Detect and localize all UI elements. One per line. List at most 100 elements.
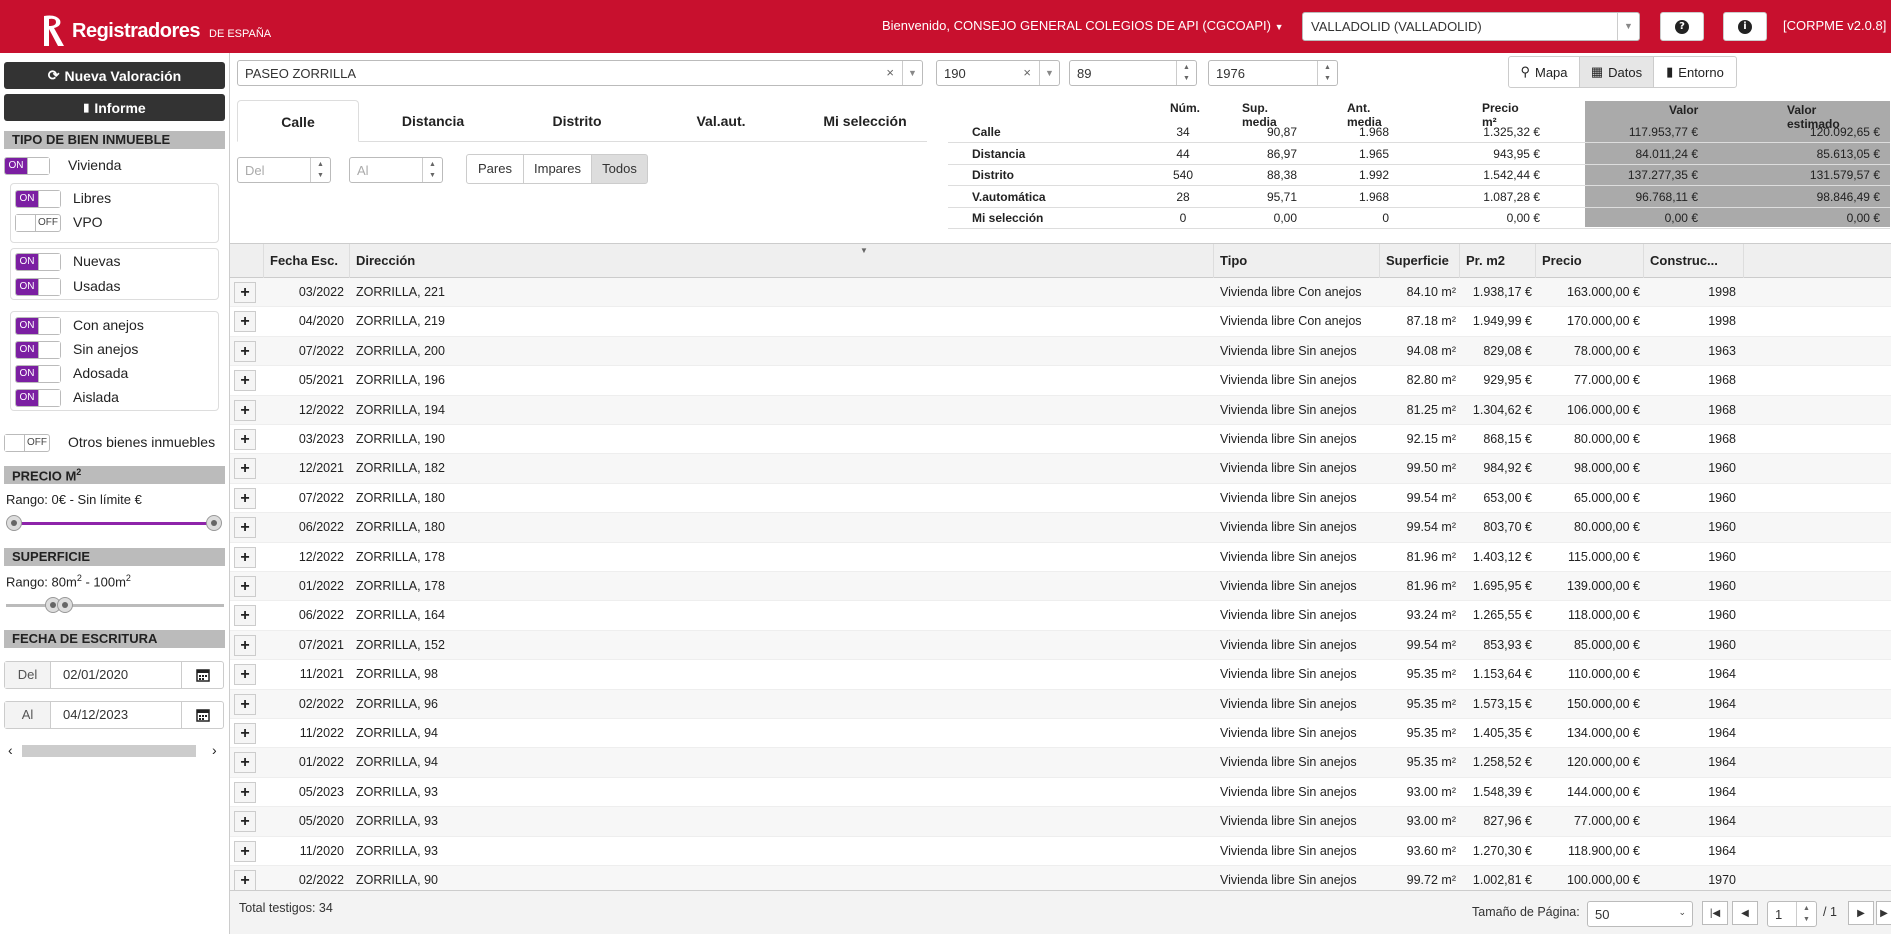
toggle-aislada[interactable]: ON (15, 389, 61, 407)
grid-header-direccion[interactable]: Dirección ▼ (350, 244, 1214, 278)
table-row[interactable]: +02/2022 ZORRILLA, 90 Vivienda libre Sin a… (230, 866, 1891, 890)
expand-plus-icon[interactable]: + (234, 723, 256, 744)
sort-caret-icon[interactable]: ▼ (860, 244, 868, 268)
expand-plus-icon[interactable]: + (234, 870, 256, 890)
table-row[interactable]: +03/2022 ZORRILLA, 221 Vivienda libre Con … (230, 278, 1891, 308)
clear-icon[interactable]: × (1023, 65, 1031, 80)
grid-header-precio[interactable]: Precio (1536, 244, 1644, 278)
chevron-left-icon[interactable]: ‹ (8, 742, 13, 758)
expand-plus-icon[interactable]: + (234, 693, 256, 715)
toggle-otros-bienes[interactable]: OFF (4, 434, 50, 452)
toggle-nuevas[interactable]: ON (15, 253, 61, 271)
app-logo[interactable]: Registradores DE ESPAÑA (40, 14, 271, 48)
next-page-button[interactable]: ▶ (1848, 901, 1874, 925)
table-row[interactable]: +01/2022 ZORRILLA, 94 Vivienda libre Sin a… (230, 748, 1891, 778)
expand-plus-icon[interactable]: + (234, 781, 256, 803)
tab-calle[interactable]: Calle (237, 100, 359, 142)
filter-pares-button[interactable]: Pares (466, 154, 524, 184)
chevron-right-icon[interactable]: › (212, 742, 217, 758)
expand-plus-icon[interactable]: + (234, 311, 256, 333)
filter-todos-button[interactable]: Todos (591, 154, 648, 184)
table-row[interactable]: +01/2022 ZORRILLA, 178 Vivienda libre Sin … (230, 572, 1891, 602)
street-input[interactable]: PASEO ZORRILLA × ▼ (237, 60, 923, 86)
expand-plus-icon[interactable]: + (234, 399, 256, 421)
spinner-icon[interactable]: ▲ ▼ (1176, 61, 1196, 85)
spinner-icon[interactable]: ▲ ▼ (310, 158, 330, 182)
expand-plus-icon[interactable]: + (234, 811, 256, 833)
toggle-adosada[interactable]: ON (15, 365, 61, 383)
table-row[interactable]: +07/2022 ZORRILLA, 180 Vivienda libre Sin … (230, 484, 1891, 514)
toggle-usadas[interactable]: ON (15, 278, 61, 296)
table-row[interactable]: +06/2022 ZORRILLA, 180 Vivienda libre Sin … (230, 513, 1891, 543)
toggle-con-anejos[interactable]: ON (15, 317, 61, 335)
tab-mi-seleccion[interactable]: Mi selección (795, 100, 935, 142)
table-row[interactable]: +11/2022 ZORRILLA, 94 Vivienda libre Sin a… (230, 719, 1891, 749)
table-row[interactable]: +05/2021 ZORRILLA, 196 Vivienda libre Sin … (230, 366, 1891, 396)
expand-plus-icon[interactable]: + (234, 634, 256, 656)
toggle-vpo[interactable]: OFF (15, 214, 61, 232)
expand-plus-icon[interactable]: + (234, 458, 256, 480)
expand-plus-icon[interactable]: + (234, 517, 256, 539)
grid-header-construccion[interactable]: Construc... (1644, 244, 1744, 278)
fecha-al-value[interactable]: 04/12/2023 (51, 702, 181, 728)
superficie-slider-max-handle[interactable] (57, 597, 73, 613)
scrollbar-thumb[interactable] (22, 745, 196, 757)
first-page-button[interactable]: |◀ (1702, 901, 1728, 925)
spinner-icon[interactable]: ▲ ▼ (1796, 902, 1816, 926)
number-from-input[interactable]: Del ▲ ▼ (237, 157, 331, 183)
location-select[interactable]: VALLADOLID (VALLADOLID) ▼ (1302, 12, 1640, 41)
numeric-field-3[interactable]: 89 ▲ ▼ (1069, 60, 1197, 86)
toggle-libres[interactable]: ON (15, 190, 61, 208)
expand-plus-icon[interactable]: + (234, 605, 256, 627)
page-size-select[interactable]: 50 ⌄ (1587, 901, 1693, 927)
new-valuation-button[interactable]: ⟳ Nueva Valoración (4, 62, 225, 89)
tab-distrito[interactable]: Distrito (507, 100, 647, 142)
grid-header-fecha[interactable]: Fecha Esc. (264, 244, 350, 278)
expand-plus-icon[interactable]: + (234, 487, 256, 509)
last-page-button[interactable]: ▶ (1876, 901, 1891, 925)
expand-plus-icon[interactable]: + (234, 840, 256, 862)
table-row[interactable]: +12/2022 ZORRILLA, 178 Vivienda libre Sin … (230, 543, 1891, 572)
fecha-del-field[interactable]: Del 02/01/2020 (4, 661, 224, 689)
clear-icon[interactable]: × (886, 65, 894, 80)
precio-slider-min-handle[interactable] (6, 515, 22, 531)
table-row[interactable]: +03/2023 ZORRILLA, 190 Vivienda libre Sin … (230, 425, 1891, 455)
table-row[interactable]: +06/2022 ZORRILLA, 164 Vivienda libre Sin … (230, 601, 1891, 631)
previous-page-button[interactable]: ◀ (1732, 901, 1758, 925)
expand-plus-icon[interactable]: + (234, 752, 256, 774)
map-view-button[interactable]: ⚲ Mapa (1508, 56, 1580, 88)
grid-header-superficie[interactable]: Superficie (1380, 244, 1460, 278)
expand-plus-icon[interactable]: + (234, 282, 256, 303)
table-row[interactable]: +07/2021 ZORRILLA, 152 Vivienda libre Sin … (230, 630, 1891, 661)
spinner-icon[interactable]: ▲ ▼ (1317, 61, 1337, 85)
chevron-down-icon[interactable]: ▼ (902, 61, 922, 85)
numeric-field-4[interactable]: 1976 ▲ ▼ (1208, 60, 1338, 86)
table-row[interactable]: +11/2020 ZORRILLA, 93 Vivienda libre Sin a… (230, 837, 1891, 866)
expand-plus-icon[interactable]: + (234, 664, 256, 686)
filter-impares-button[interactable]: Impares (523, 154, 592, 184)
environment-view-button[interactable]: ▮ Entorno (1653, 56, 1737, 88)
table-row[interactable]: +05/2020 ZORRILLA, 93 Vivienda libre Sin a… (230, 807, 1891, 837)
expand-plus-icon[interactable]: + (234, 576, 256, 597)
report-button[interactable]: ▮ Informe (4, 94, 225, 121)
precio-slider-max-handle[interactable] (206, 515, 222, 531)
grid-header-pr-m2[interactable]: Pr. m2 (1460, 244, 1536, 278)
calendar-icon[interactable] (181, 662, 223, 688)
help-button[interactable]: ? (1660, 12, 1704, 41)
expand-plus-icon[interactable]: + (234, 370, 256, 392)
table-row[interactable]: +07/2022 ZORRILLA, 200 Vivienda libre Sin … (230, 336, 1891, 367)
expand-plus-icon[interactable]: + (234, 429, 256, 450)
tab-distancia[interactable]: Distancia (363, 100, 503, 142)
expand-plus-icon[interactable]: + (234, 546, 256, 568)
toggle-sin-anejos[interactable]: ON (15, 341, 61, 359)
table-row[interactable]: +11/2021 ZORRILLA, 98 Vivienda libre Sin a… (230, 660, 1891, 690)
number-select[interactable]: 190 × ▼ (936, 60, 1060, 86)
info-button[interactable]: i (1723, 12, 1767, 41)
expand-plus-icon[interactable]: + (234, 340, 256, 362)
chevron-down-icon[interactable]: ▼ (1039, 61, 1059, 85)
tab-val-aut[interactable]: Val.aut. (651, 100, 791, 142)
spinner-icon[interactable]: ▲ ▼ (422, 158, 442, 182)
table-row[interactable]: +05/2023 ZORRILLA, 93 Vivienda libre Sin a… (230, 778, 1891, 808)
page-number-input[interactable]: 1 ▲ ▼ (1767, 901, 1817, 927)
calendar-icon[interactable] (181, 702, 223, 728)
